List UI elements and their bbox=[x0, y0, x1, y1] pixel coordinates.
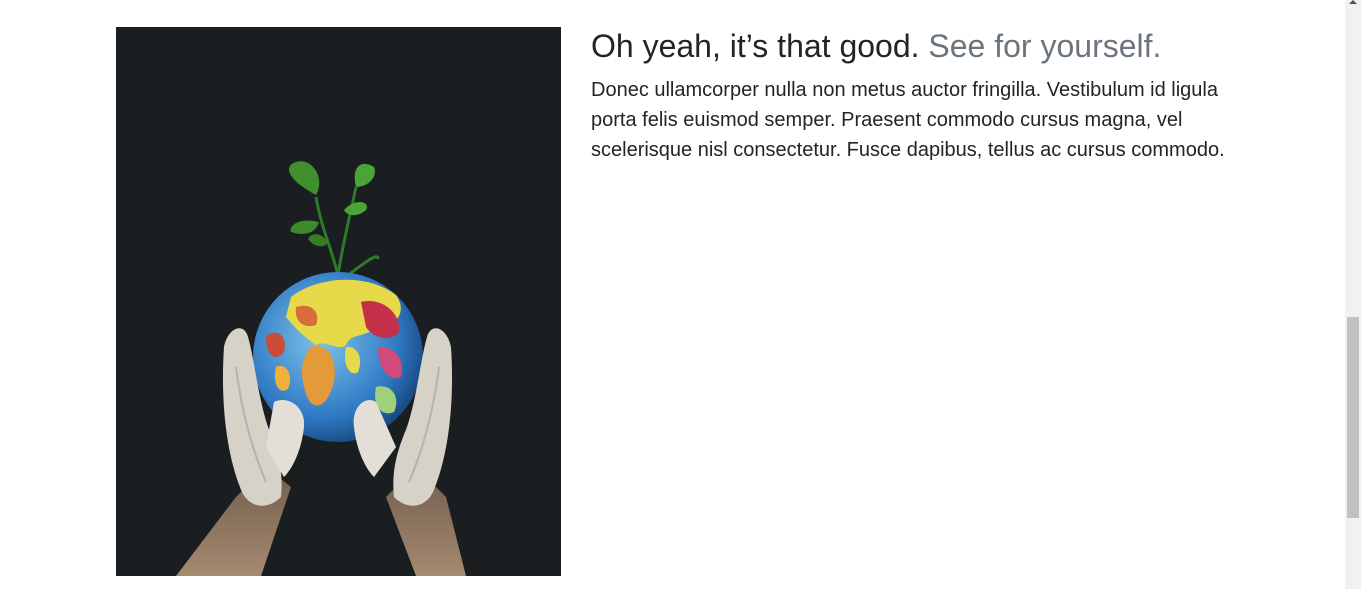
scrollbar-thumb[interactable] bbox=[1347, 317, 1359, 518]
heading-main: Oh yeah, it’s that good. bbox=[591, 28, 920, 64]
page: Oh yeah, it’s that good. See for yoursel… bbox=[0, 0, 1361, 589]
featurette-image bbox=[116, 27, 561, 576]
scroll-up-arrow-icon[interactable] bbox=[1349, 0, 1357, 4]
featurette-text: Oh yeah, it’s that good. See for yoursel… bbox=[591, 26, 1241, 165]
featurette-body: Donec ullamcorper nulla non metus auctor… bbox=[591, 79, 1225, 161]
featurette-heading: Oh yeah, it’s that good. See for yoursel… bbox=[591, 26, 1241, 66]
vertical-scrollbar[interactable] bbox=[1345, 0, 1361, 589]
heading-muted: See for yourself. bbox=[928, 28, 1162, 64]
globe-hands-illustration bbox=[116, 27, 561, 576]
